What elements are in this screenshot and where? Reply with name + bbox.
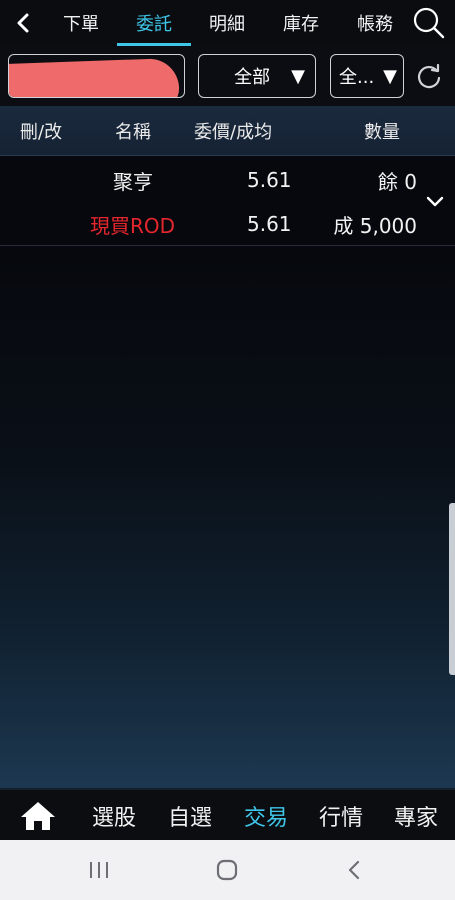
table-row[interactable]: 聚亨 5.61 餘 0 現買ROD 5.61 成 5,000 [0,156,455,246]
tab-order-entry[interactable]: 下單 [47,0,115,46]
home-icon [21,802,55,830]
home-circle-icon [216,859,238,881]
scroll-handle[interactable] [449,503,455,675]
tab-inventory[interactable]: 庫存 [265,0,337,46]
refresh-button[interactable] [413,60,445,92]
search-icon [413,7,445,39]
order-type: 現買ROD [90,213,176,238]
nav-stock-picker[interactable]: 選股 [84,790,144,842]
status-select-value: 全部 [234,67,271,88]
refresh-icon [417,63,441,89]
status-select[interactable]: 全部 ▼ [198,54,316,98]
nav-watchlist[interactable]: 自選 [160,790,220,842]
stock-name: 聚亨 [113,169,153,194]
redaction-mark [9,57,180,97]
system-nav-bar [0,840,455,900]
bottom-nav: 選股 自選 交易 行情 專家 [0,788,455,840]
filled-qty: 成 5,000 [333,213,417,238]
tab-orders[interactable]: 委託 [117,0,191,46]
content-area [0,246,455,788]
table-header: 刪/改 名稱 委價/成均 數量 [0,106,455,156]
nav-experts[interactable]: 專家 [386,790,446,842]
system-back-icon [348,860,360,880]
chevron-down-icon [426,196,444,207]
expand-button[interactable] [421,186,449,216]
type-select[interactable]: 全... ▼ [330,54,404,98]
dropdown-arrow-icon: ▼ [383,65,397,87]
header-price-avg: 委價/成均 [194,122,273,143]
header-quantity: 數量 [364,122,400,143]
remaining-qty: 餘 0 [377,169,417,194]
search-button[interactable] [409,3,449,43]
recent-apps-button[interactable] [79,854,119,886]
back-arrow-icon [17,13,29,33]
dropdown-arrow-icon: ▼ [291,65,305,87]
header-cancel-modify: 刪/改 [20,122,63,143]
tab-details[interactable]: 明細 [193,0,261,46]
avg-price: 5.61 [247,212,292,236]
system-back-button[interactable] [334,854,374,886]
tab-account[interactable]: 帳務 [340,0,410,46]
nav-trade[interactable]: 交易 [236,790,296,842]
top-nav: 下單 委託 明細 庫存 帳務 [0,0,455,46]
order-price: 5.61 [247,168,292,192]
recent-apps-icon [90,862,108,878]
home-button[interactable] [12,790,64,842]
filter-row: 全部 ▼ 全... ▼ [0,46,455,106]
type-select-value: 全... [339,67,375,88]
back-button[interactable] [0,0,46,46]
header-name: 名稱 [115,122,151,143]
system-home-button[interactable] [207,854,247,886]
account-select[interactable] [8,54,185,98]
nav-quotes[interactable]: 行情 [311,790,371,842]
